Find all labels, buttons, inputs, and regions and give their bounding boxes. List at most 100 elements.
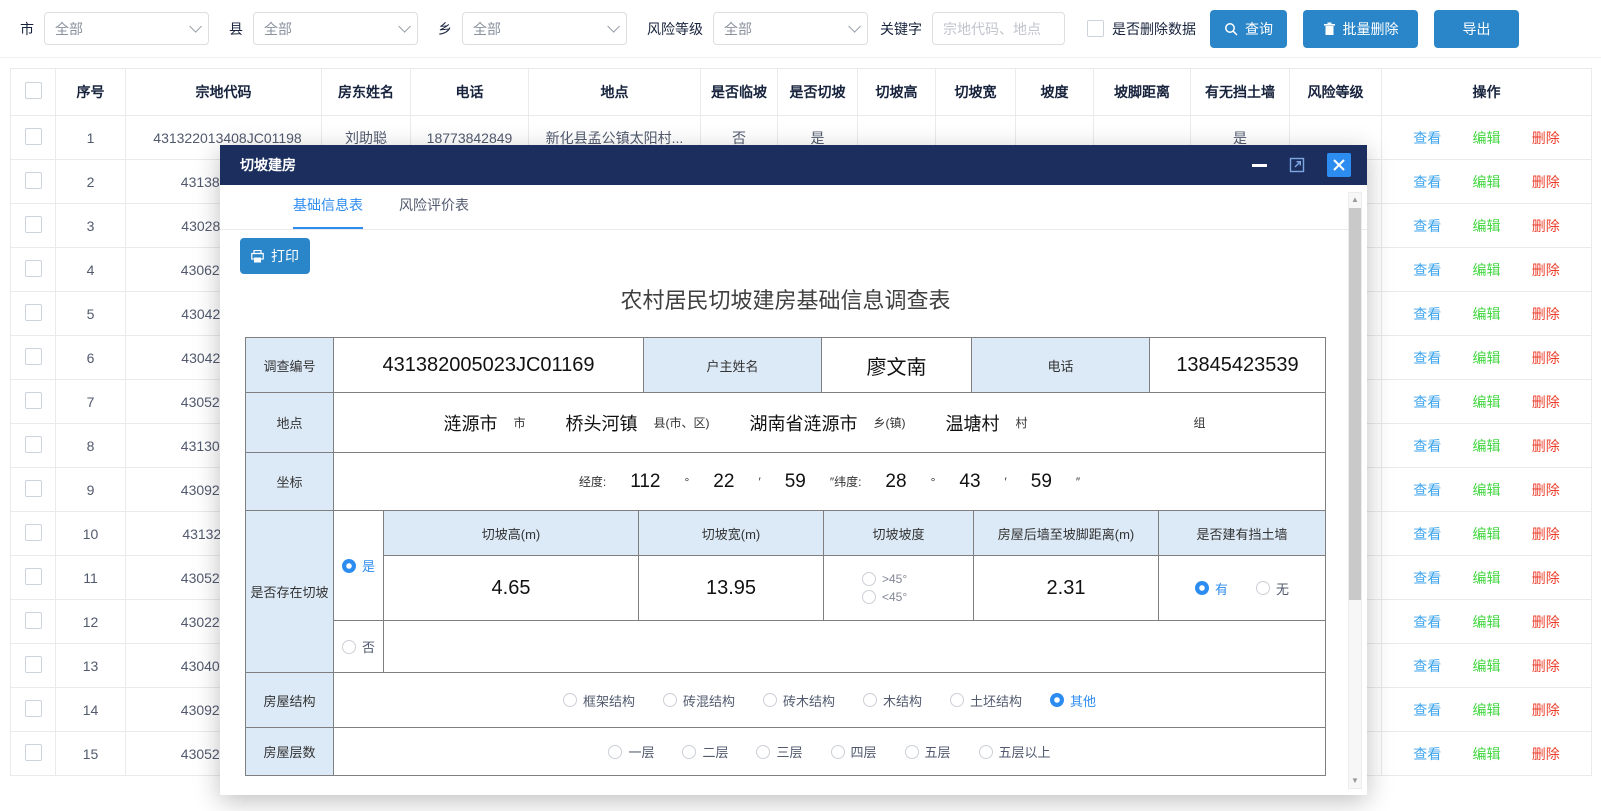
structure-option[interactable]: 木结构 [863,691,922,710]
cut-slope-yes-radio[interactable]: 是 [342,556,375,575]
edit-link[interactable]: 编辑 [1473,304,1501,324]
county-select[interactable]: 全部 [253,12,418,45]
view-link[interactable]: 查看 [1413,700,1441,720]
row-checkbox[interactable] [25,744,42,761]
row-checkbox[interactable] [25,172,42,189]
row-checkbox[interactable] [25,524,42,541]
deleted-data-checkbox-group[interactable]: 是否删除数据 [1087,19,1196,39]
edit-link[interactable]: 编辑 [1473,480,1501,500]
slope-degree-option[interactable]: <45° [862,590,907,604]
view-link[interactable]: 查看 [1413,568,1441,588]
scrollbar-thumb[interactable] [1349,208,1361,600]
township-select[interactable]: 全部 [462,12,627,45]
delete-link[interactable]: 删除 [1532,348,1560,368]
edit-link[interactable]: 编辑 [1473,524,1501,544]
minute-symbol: ′ [758,475,760,489]
floors-option[interactable]: 五层 [905,742,951,761]
row-checkbox[interactable] [25,612,42,629]
delete-link[interactable]: 删除 [1532,260,1560,280]
view-link[interactable]: 查看 [1413,128,1441,148]
view-link[interactable]: 查看 [1413,524,1441,544]
keyword-input[interactable] [932,12,1065,45]
structure-option[interactable]: 框架结构 [563,691,635,710]
edit-link[interactable]: 编辑 [1473,260,1501,280]
row-checkbox[interactable] [25,436,42,453]
batch-delete-button[interactable]: 批量删除 [1303,10,1418,48]
slope-degree-option[interactable]: >45° [862,572,907,586]
edit-link[interactable]: 编辑 [1473,216,1501,236]
delete-link[interactable]: 删除 [1532,172,1560,192]
view-link[interactable]: 查看 [1413,348,1441,368]
floors-option[interactable]: 二层 [682,742,728,761]
floors-option[interactable]: 三层 [756,742,802,761]
floors-option[interactable]: 一层 [608,742,654,761]
row-checkbox[interactable] [25,348,42,365]
deleted-data-checkbox[interactable] [1087,20,1104,37]
wall-option[interactable]: 无 [1256,579,1289,598]
view-link[interactable]: 查看 [1413,260,1441,280]
edit-link[interactable]: 编辑 [1473,436,1501,456]
delete-link[interactable]: 删除 [1532,216,1560,236]
city-select[interactable]: 全部 [44,12,209,45]
delete-link[interactable]: 删除 [1532,700,1560,720]
edit-link[interactable]: 编辑 [1473,568,1501,588]
view-link[interactable]: 查看 [1413,436,1441,456]
row-checkbox[interactable] [25,700,42,717]
delete-link[interactable]: 删除 [1532,128,1560,148]
view-link[interactable]: 查看 [1413,656,1441,676]
row-checkbox[interactable] [25,656,42,673]
edit-link[interactable]: 编辑 [1473,128,1501,148]
delete-link[interactable]: 删除 [1532,656,1560,676]
minimize-icon[interactable] [1252,164,1267,167]
edit-link[interactable]: 编辑 [1473,744,1501,764]
maximize-icon[interactable] [1289,157,1305,173]
close-button[interactable] [1327,153,1351,177]
delete-link[interactable]: 删除 [1532,436,1560,456]
row-checkbox[interactable] [25,304,42,321]
view-link[interactable]: 查看 [1413,216,1441,236]
view-link[interactable]: 查看 [1413,480,1441,500]
delete-link[interactable]: 删除 [1532,392,1560,412]
row-checkbox[interactable] [25,128,42,145]
structure-option[interactable]: 其他 [1050,691,1096,710]
edit-link[interactable]: 编辑 [1473,348,1501,368]
wall-option[interactable]: 有 [1195,579,1228,598]
row-checkbox[interactable] [25,260,42,277]
tab-basic-info[interactable]: 基础信息表 [293,195,363,229]
structure-option[interactable]: 砖木结构 [763,691,835,710]
floors-option[interactable]: 四层 [831,742,877,761]
view-link[interactable]: 查看 [1413,744,1441,764]
edit-link[interactable]: 编辑 [1473,172,1501,192]
row-checkbox[interactable] [25,480,42,497]
scroll-down-icon[interactable]: ▼ [1351,774,1359,788]
row-checkbox[interactable] [25,216,42,233]
query-button[interactable]: 查询 [1210,10,1287,48]
row-checkbox[interactable] [25,392,42,409]
cut-slope-no-radio[interactable]: 否 [342,637,375,656]
risk-level-select[interactable]: 全部 [713,12,868,45]
structure-option[interactable]: 砖混结构 [663,691,735,710]
print-button[interactable]: 打印 [240,238,310,274]
row-checkbox[interactable] [25,568,42,585]
select-all-checkbox[interactable] [25,82,42,99]
delete-link[interactable]: 删除 [1532,480,1560,500]
edit-link[interactable]: 编辑 [1473,656,1501,676]
floors-option[interactable]: 五层以上 [979,742,1051,761]
delete-link[interactable]: 删除 [1532,524,1560,544]
edit-link[interactable]: 编辑 [1473,392,1501,412]
edit-link[interactable]: 编辑 [1473,612,1501,632]
view-link[interactable]: 查看 [1413,392,1441,412]
structure-option[interactable]: 土坯结构 [950,691,1022,710]
delete-link[interactable]: 删除 [1532,304,1560,324]
radio-icon [979,745,993,759]
edit-link[interactable]: 编辑 [1473,700,1501,720]
scroll-up-icon[interactable]: ▲ [1351,193,1359,207]
view-link[interactable]: 查看 [1413,172,1441,192]
view-link[interactable]: 查看 [1413,304,1441,324]
delete-link[interactable]: 删除 [1532,744,1560,764]
tab-risk-evaluation[interactable]: 风险评价表 [399,195,469,229]
delete-link[interactable]: 删除 [1532,568,1560,588]
view-link[interactable]: 查看 [1413,612,1441,632]
delete-link[interactable]: 删除 [1532,612,1560,632]
export-button[interactable]: 导出 [1434,10,1519,48]
